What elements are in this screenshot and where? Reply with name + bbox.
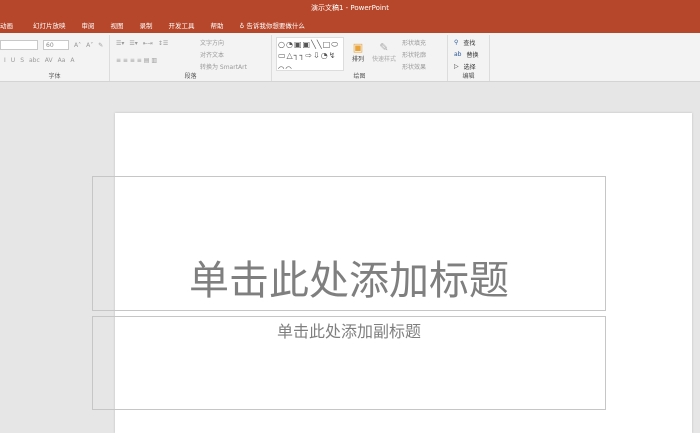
change-case-button[interactable]: Aa (58, 57, 66, 64)
lightbulb-icon: ♁ (239, 21, 245, 30)
shadow-button[interactable]: S (20, 57, 24, 64)
tab-help[interactable]: 帮助 (203, 20, 232, 30)
font-group: 60 A˄ A˅ ✎ I U S abc AV Aa A 字体 (0, 35, 110, 81)
strikethrough-button[interactable]: abc (29, 57, 40, 64)
select-button[interactable]: ▷ 选择 (454, 62, 476, 71)
numbering-icon[interactable]: ☰▾ (129, 40, 137, 47)
editing-group-label: 编辑 (462, 73, 475, 80)
clear-format-icon[interactable]: ✎ (98, 42, 103, 49)
line-spacing-icon[interactable]: ↕☰ (158, 40, 168, 47)
tell-me-text: 告诉我你想要做什么 (246, 21, 305, 30)
font-size-input[interactable]: 60 (43, 40, 69, 50)
slide-canvas: 单击此处添加标题 单击此处添加副标题 (92, 113, 692, 433)
char-spacing-button[interactable]: AV (45, 57, 53, 64)
shape-fill-button[interactable]: 形状填充 (402, 38, 426, 47)
drawing-group-label: 绘图 (353, 73, 366, 80)
font-name-input[interactable] (0, 40, 38, 50)
tab-animations[interactable]: 动画 (0, 20, 21, 30)
tab-review[interactable]: 审阅 (74, 20, 103, 30)
smartart-button[interactable]: 转换为 SmartArt (200, 62, 247, 71)
grow-font-icon[interactable]: A˄ (74, 42, 81, 49)
tab-developer[interactable]: 开发工具 (161, 20, 203, 30)
shrink-font-icon[interactable]: A˅ (86, 42, 93, 49)
align-icons[interactable]: ≡ ≡ ≡ ≡ ▤ ▥ (116, 57, 157, 64)
quick-styles-button[interactable]: ✎ 快速样式 (372, 41, 396, 63)
search-icon: ⚲ (454, 39, 459, 46)
editing-group: ⚲ 查找 ab 替换 ▷ 选择 编辑 (448, 35, 490, 81)
ribbon: 60 A˄ A˅ ✎ I U S abc AV Aa A 字体 ☰▾ ☰▾ ⇤⇥ ↕☰ 文… (0, 33, 700, 82)
paragraph-group-label: 段落 (184, 73, 197, 80)
drawing-group: ○◔▣▣╲╲□⬭▭△┐┐⇨⇩◔↯⌒⌒ ▣ 排列 ✎ 快速样式 形状填充 形状轮廓 形… (272, 35, 448, 81)
shapes-gallery[interactable]: ○◔▣▣╲╲□⬭▭△┐┐⇨⇩◔↯⌒⌒ (276, 37, 344, 71)
font-group-label: 字体 (48, 73, 61, 80)
bullets-icon[interactable]: ☰▾ (116, 40, 124, 47)
font-color-button[interactable]: A (70, 57, 74, 64)
replace-button[interactable]: ab 替换 (454, 50, 479, 59)
ribbon-tabs: 动画 幻灯片放映 审阅 视图 录制 开发工具 帮助 ♁ 告诉我你想要做什么 (0, 16, 700, 33)
cursor-icon: ▷ (454, 63, 459, 70)
arrange-button[interactable]: ▣ 排列 (352, 41, 364, 63)
title-placeholder[interactable]: 单击此处添加标题 (92, 176, 606, 311)
text-direction-button[interactable]: 文字方向 (200, 38, 224, 47)
find-button[interactable]: ⚲ 查找 (454, 38, 475, 47)
tab-slideshow[interactable]: 幻灯片放映 (21, 20, 74, 30)
tab-view[interactable]: 视图 (103, 20, 132, 30)
replace-icon: ab (454, 51, 462, 58)
subtitle-placeholder[interactable]: 单击此处添加副标题 (92, 316, 606, 410)
underline-button[interactable]: U (11, 57, 15, 64)
title-placeholder-text: 单击此处添加标题 (189, 258, 509, 304)
shape-outline-button[interactable]: 形状轮廓 (402, 50, 426, 59)
indent-icon[interactable]: ⇤⇥ (143, 40, 153, 47)
tab-record[interactable]: 录制 (132, 20, 161, 30)
window-title: 演示文稿1 - PowerPoint (311, 4, 389, 12)
shape-effects-button[interactable]: 形状效果 (402, 62, 426, 71)
paragraph-group: ☰▾ ☰▾ ⇤⇥ ↕☰ 文字方向 对齐文本 转换为 SmartArt ≡ ≡ ≡ ≡ … (110, 35, 272, 81)
subtitle-placeholder-text: 单击此处添加副标题 (276, 322, 421, 341)
align-text-button[interactable]: 对齐文本 (200, 50, 224, 59)
tell-me[interactable]: ♁ 告诉我你想要做什么 (232, 20, 313, 30)
title-bar: 演示文稿1 - PowerPoint (0, 0, 700, 16)
italic-button[interactable]: I (4, 57, 6, 64)
